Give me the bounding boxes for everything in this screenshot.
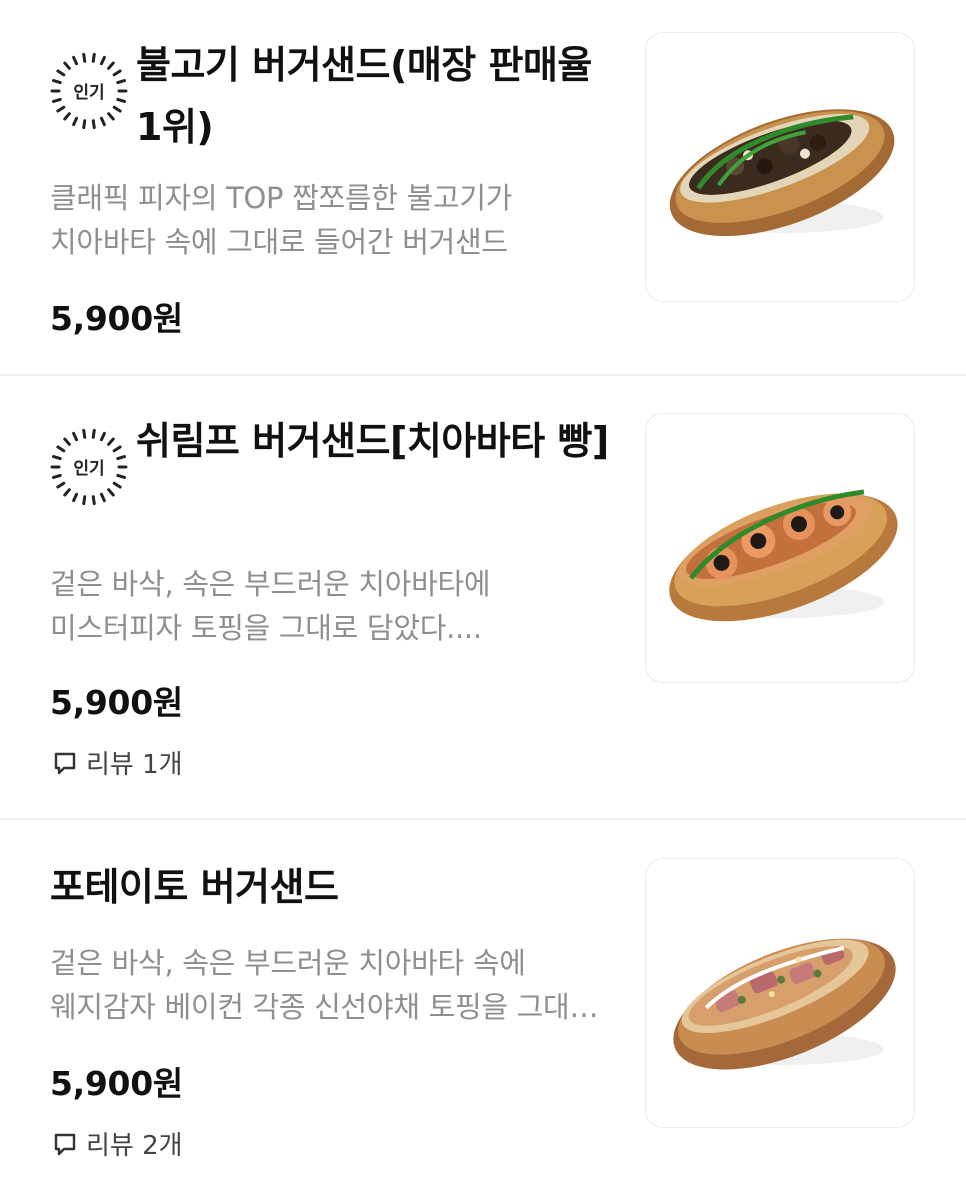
menu-item-title: 불고기 버거샌드(매장 판매율 1위) xyxy=(136,43,592,149)
review-count-label: 리뷰 2개 xyxy=(86,1131,183,1161)
title-row: 인기 쉬림프 버거샌드[치아바타 빵] xyxy=(50,410,620,506)
description-line: 겉은 바삭, 속은 부드러운 치아바타에 xyxy=(50,567,491,601)
bulgogi-sandwich-photo-icon xyxy=(669,109,895,237)
badge-ray xyxy=(116,79,127,85)
menu-item-description: 클래픽 피자의 TOP 짭쪼름한 불고기가 치아바타 속에 그대로 들어간 버거… xyxy=(50,176,620,264)
badge-ray xyxy=(56,445,66,453)
menu-item-price: 5,900원 xyxy=(50,299,183,338)
badge-ray xyxy=(72,492,79,503)
badge-ray xyxy=(99,431,106,442)
badge-ray xyxy=(56,69,66,77)
badge-ray xyxy=(91,428,96,439)
badge-ray xyxy=(51,473,62,479)
menu-item-price: 5,900원 xyxy=(50,683,183,722)
speech-bubble-icon xyxy=(54,752,76,774)
popular-badge-icon: 인기 xyxy=(50,52,128,130)
popular-badge-label: 인기 xyxy=(73,459,104,479)
badge-ray xyxy=(91,119,96,130)
popular-badge: 인기 xyxy=(50,428,128,506)
description-line: 미스터피자 토핑을 그대로 담았다.... xyxy=(50,611,482,645)
badge-ray xyxy=(107,437,115,446)
menu-item-price: 5,900원 xyxy=(50,1064,183,1103)
badge-ray xyxy=(112,105,122,113)
review-count[interactable]: 리뷰 2개 xyxy=(52,1125,183,1162)
popular-badge-label: 인기 xyxy=(73,83,104,103)
badge-ray xyxy=(82,52,87,63)
review-count-label: 리뷰 1개 xyxy=(86,750,183,780)
badge-ray xyxy=(116,97,127,103)
description-line: 클래픽 피자의 TOP 짭쪼름한 불고기가 xyxy=(50,181,513,215)
menu-item-image[interactable] xyxy=(645,32,915,302)
popular-badge: 인기 xyxy=(50,52,128,130)
badge-ray xyxy=(72,116,79,127)
badge-ray xyxy=(82,119,87,130)
badge-ray xyxy=(51,97,62,103)
badge-ray xyxy=(63,61,71,70)
badge-ray xyxy=(107,112,115,121)
badge-ray xyxy=(107,61,115,70)
badge-ray xyxy=(82,428,87,439)
badge-ray xyxy=(99,492,106,503)
description-line: 웨지감자 베이컨 각종 신선야채 토핑을 그대로 담았다 xyxy=(50,990,620,1024)
badge-ray xyxy=(116,473,127,479)
badge-ray xyxy=(82,495,87,506)
title-row: 인기 불고기 버거샌드(매장 판매율 1위) xyxy=(50,34,620,158)
shrimp-sandwich-photo-icon xyxy=(669,489,898,622)
description-line: 치아바타 속에 그대로 들어간 버거샌드 xyxy=(50,225,508,259)
badge-ray xyxy=(91,495,96,506)
menu-item-image[interactable] xyxy=(645,413,915,683)
description-line: 겉은 바삭, 속은 부드러운 치아바타 속에 xyxy=(50,946,526,980)
badge-ray xyxy=(116,455,127,461)
menu-item-description: 겉은 바삭, 속은 부드러운 치아바타에 미스터피자 토핑을 그대로 담았다..… xyxy=(50,562,620,650)
review-count[interactable]: 리뷰 1개 xyxy=(52,744,183,781)
potato-sandwich-photo-icon xyxy=(673,938,896,1070)
badge-ray xyxy=(112,445,122,453)
menu-item-title: 포테이토 버거샌드 xyxy=(50,865,339,909)
badge-ray xyxy=(99,116,106,127)
badge-ray xyxy=(91,52,96,63)
menu-item-title: 쉬림프 버거샌드[치아바타 빵] xyxy=(136,419,609,463)
menu-item-potato[interactable]: 포테이토 버거샌드 겉은 바삭, 속은 부드러운 치아바타 속에 웨지감자 베이… xyxy=(0,820,966,1183)
badge-ray xyxy=(63,112,71,121)
badge-ray xyxy=(56,105,66,113)
badge-ray xyxy=(63,437,71,446)
title-row: 포테이토 버거샌드 xyxy=(50,856,620,918)
badge-ray xyxy=(51,79,62,85)
badge-ray xyxy=(63,488,71,497)
badge-ray xyxy=(51,455,62,461)
badge-ray xyxy=(112,481,122,489)
badge-ray xyxy=(72,431,79,442)
popular-badge-icon: 인기 xyxy=(50,428,128,506)
menu-item-shrimp[interactable]: 인기 쉬림프 버거샌드[치아바타 빵] 겉은 바삭, 속은 부드러운 치아바타에… xyxy=(0,376,966,818)
badge-ray xyxy=(107,488,115,497)
badge-ray xyxy=(56,481,66,489)
menu-item-description: 겉은 바삭, 속은 부드러운 치아바타 속에 웨지감자 베이컨 각종 신선야채 … xyxy=(50,941,620,1029)
badge-ray xyxy=(112,69,122,77)
speech-bubble-icon xyxy=(54,1133,76,1155)
badge-ray xyxy=(72,55,79,66)
menu-item-bulgogi[interactable]: 인기 불고기 버거샌드(매장 판매율 1위) 클래픽 피자의 TOP 짭쪼름한 … xyxy=(0,0,966,374)
menu-item-image[interactable] xyxy=(645,858,915,1128)
badge-ray xyxy=(99,55,106,66)
